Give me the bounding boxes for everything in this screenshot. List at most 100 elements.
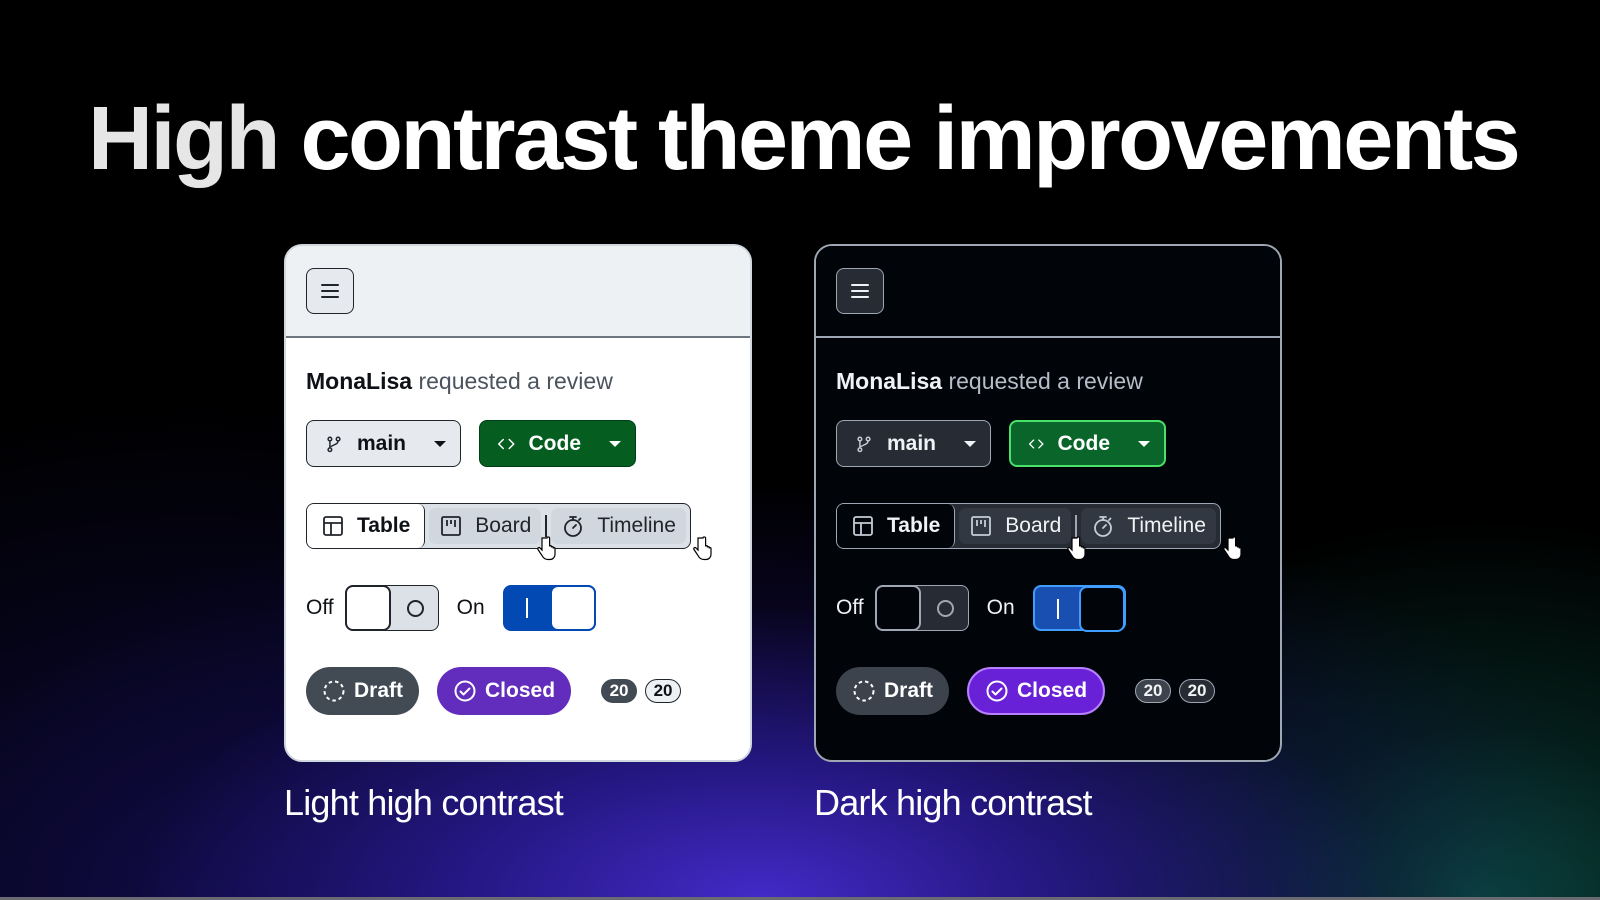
view-segmented-control: Table Board Timeline xyxy=(306,503,712,561)
project-board-icon xyxy=(441,516,462,536)
closed-state-label: Closed xyxy=(967,667,1106,715)
toggle-switch-on[interactable] xyxy=(502,584,597,631)
project-board-icon xyxy=(971,516,992,536)
stopwatch-icon xyxy=(1094,516,1113,537)
button-row: main Code xyxy=(306,420,730,467)
counter-primary: 20 xyxy=(601,679,638,703)
status-labels-row: Draft Closed 20 20 xyxy=(306,667,730,715)
table-icon xyxy=(323,516,343,536)
hamburger-icon xyxy=(851,284,869,298)
segment-label: Table xyxy=(357,514,411,537)
code-icon xyxy=(1029,438,1044,449)
toggle-switch-off[interactable] xyxy=(875,584,969,631)
toggle-row: Off On xyxy=(306,584,730,631)
button-row: main Code xyxy=(836,420,1260,467)
segment-label: Board xyxy=(475,514,532,537)
hand-pointer-cursor-icon xyxy=(537,536,556,561)
status-labels-row: Draft Closed 20 20 xyxy=(836,667,1260,715)
light-theme-panel: MonaLisa requested a review main Code Ta… xyxy=(284,244,752,762)
closed-state-label: Closed xyxy=(437,667,572,715)
git-branch-icon xyxy=(857,436,871,452)
segment-divider xyxy=(545,515,548,537)
draft-circle-icon xyxy=(853,680,875,702)
stopwatch-icon xyxy=(564,516,583,537)
segment-label: Table xyxy=(887,514,941,537)
title-first-word: High xyxy=(88,89,280,189)
closed-text: Closed xyxy=(1017,679,1088,702)
hand-pointer-cursor-icon xyxy=(1223,536,1242,561)
counter-secondary: 20 xyxy=(645,679,682,703)
review-action: requested a review xyxy=(418,368,613,394)
code-button[interactable]: Code xyxy=(1009,420,1166,467)
branch-label: main xyxy=(356,431,406,455)
panel-body: MonaLisa requested a review main Code Ta… xyxy=(816,368,1280,715)
toggle-switch-on[interactable] xyxy=(1032,585,1126,632)
draft-state-label: Draft xyxy=(836,667,950,715)
caret-down-icon xyxy=(964,440,976,447)
on-bar-icon xyxy=(1056,599,1059,619)
draft-circle-icon xyxy=(323,680,345,702)
segment-table[interactable]: Table xyxy=(307,504,426,548)
draft-text: Draft xyxy=(884,679,934,702)
toggle-knob xyxy=(550,584,597,631)
counter-primary: 20 xyxy=(1135,679,1172,703)
code-label: Code xyxy=(1057,431,1111,455)
segment-timeline[interactable]: Timeline xyxy=(1081,508,1216,544)
light-theme-caption: Light high contrast xyxy=(284,782,564,823)
review-request-text: MonaLisa requested a review xyxy=(836,368,1260,400)
hand-pointer-cursor-icon xyxy=(693,536,712,561)
caret-down-icon xyxy=(1138,440,1150,447)
table-icon xyxy=(853,516,873,536)
menu-button[interactable] xyxy=(306,268,354,314)
segment-label: Timeline xyxy=(1127,514,1206,537)
review-request-text: MonaLisa requested a review xyxy=(306,368,730,400)
toggle-off-label: Off xyxy=(836,596,864,619)
review-user[interactable]: MonaLisa xyxy=(306,368,412,394)
branch-label: main xyxy=(886,431,936,455)
toggle-row: Off On xyxy=(836,584,1260,632)
code-icon xyxy=(498,438,515,449)
segment-label: Timeline xyxy=(597,514,676,537)
segment-table[interactable]: Table xyxy=(837,504,956,548)
check-circle-icon xyxy=(986,680,1008,702)
branch-select-button[interactable]: main xyxy=(306,420,461,467)
branch-select-button[interactable]: main xyxy=(836,420,991,467)
git-branch-icon xyxy=(327,436,341,452)
toggle-on-label: On xyxy=(456,596,485,619)
view-segmented-control: Table Board Timeline xyxy=(836,503,1242,561)
review-user[interactable]: MonaLisa xyxy=(836,368,942,394)
toggle-switch-off[interactable] xyxy=(345,584,439,631)
hamburger-icon xyxy=(321,284,339,298)
off-circle-icon xyxy=(406,600,424,617)
hand-pointer-cursor-icon xyxy=(1067,536,1086,561)
closed-text: Closed xyxy=(485,679,556,702)
segment-timeline[interactable]: Timeline xyxy=(551,508,686,544)
segment-board[interactable]: Board xyxy=(429,508,542,544)
counter-secondary: 20 xyxy=(1179,679,1216,703)
on-bar-icon xyxy=(525,598,528,618)
toggle-knob xyxy=(875,584,922,631)
draft-text: Draft xyxy=(354,679,404,702)
menu-button[interactable] xyxy=(836,268,884,314)
slide-title: High contrast theme improvements xyxy=(88,88,1521,191)
check-circle-icon xyxy=(454,680,476,702)
caret-down-icon xyxy=(609,440,621,447)
caret-down-icon xyxy=(434,440,446,447)
segment-label: Board xyxy=(1005,514,1062,537)
title-rest: contrast theme improvements xyxy=(300,89,1520,189)
toggle-on-label: On xyxy=(986,596,1015,619)
segment-divider xyxy=(1075,515,1078,537)
draft-state-label: Draft xyxy=(306,667,420,715)
code-label: Code xyxy=(528,431,582,455)
dark-theme-panel: MonaLisa requested a review main Code Ta… xyxy=(814,244,1282,762)
dark-theme-caption: Dark high contrast xyxy=(814,782,1093,823)
code-button[interactable]: Code xyxy=(479,420,636,467)
toggle-knob xyxy=(1079,585,1126,632)
review-action: requested a review xyxy=(948,368,1143,394)
panel-body: MonaLisa requested a review main Code Ta… xyxy=(286,368,750,715)
toggle-knob xyxy=(345,584,392,631)
off-circle-icon xyxy=(936,600,954,617)
segment-board[interactable]: Board xyxy=(959,508,1072,544)
panel-header xyxy=(286,246,750,338)
toggle-off-label: Off xyxy=(306,596,334,619)
